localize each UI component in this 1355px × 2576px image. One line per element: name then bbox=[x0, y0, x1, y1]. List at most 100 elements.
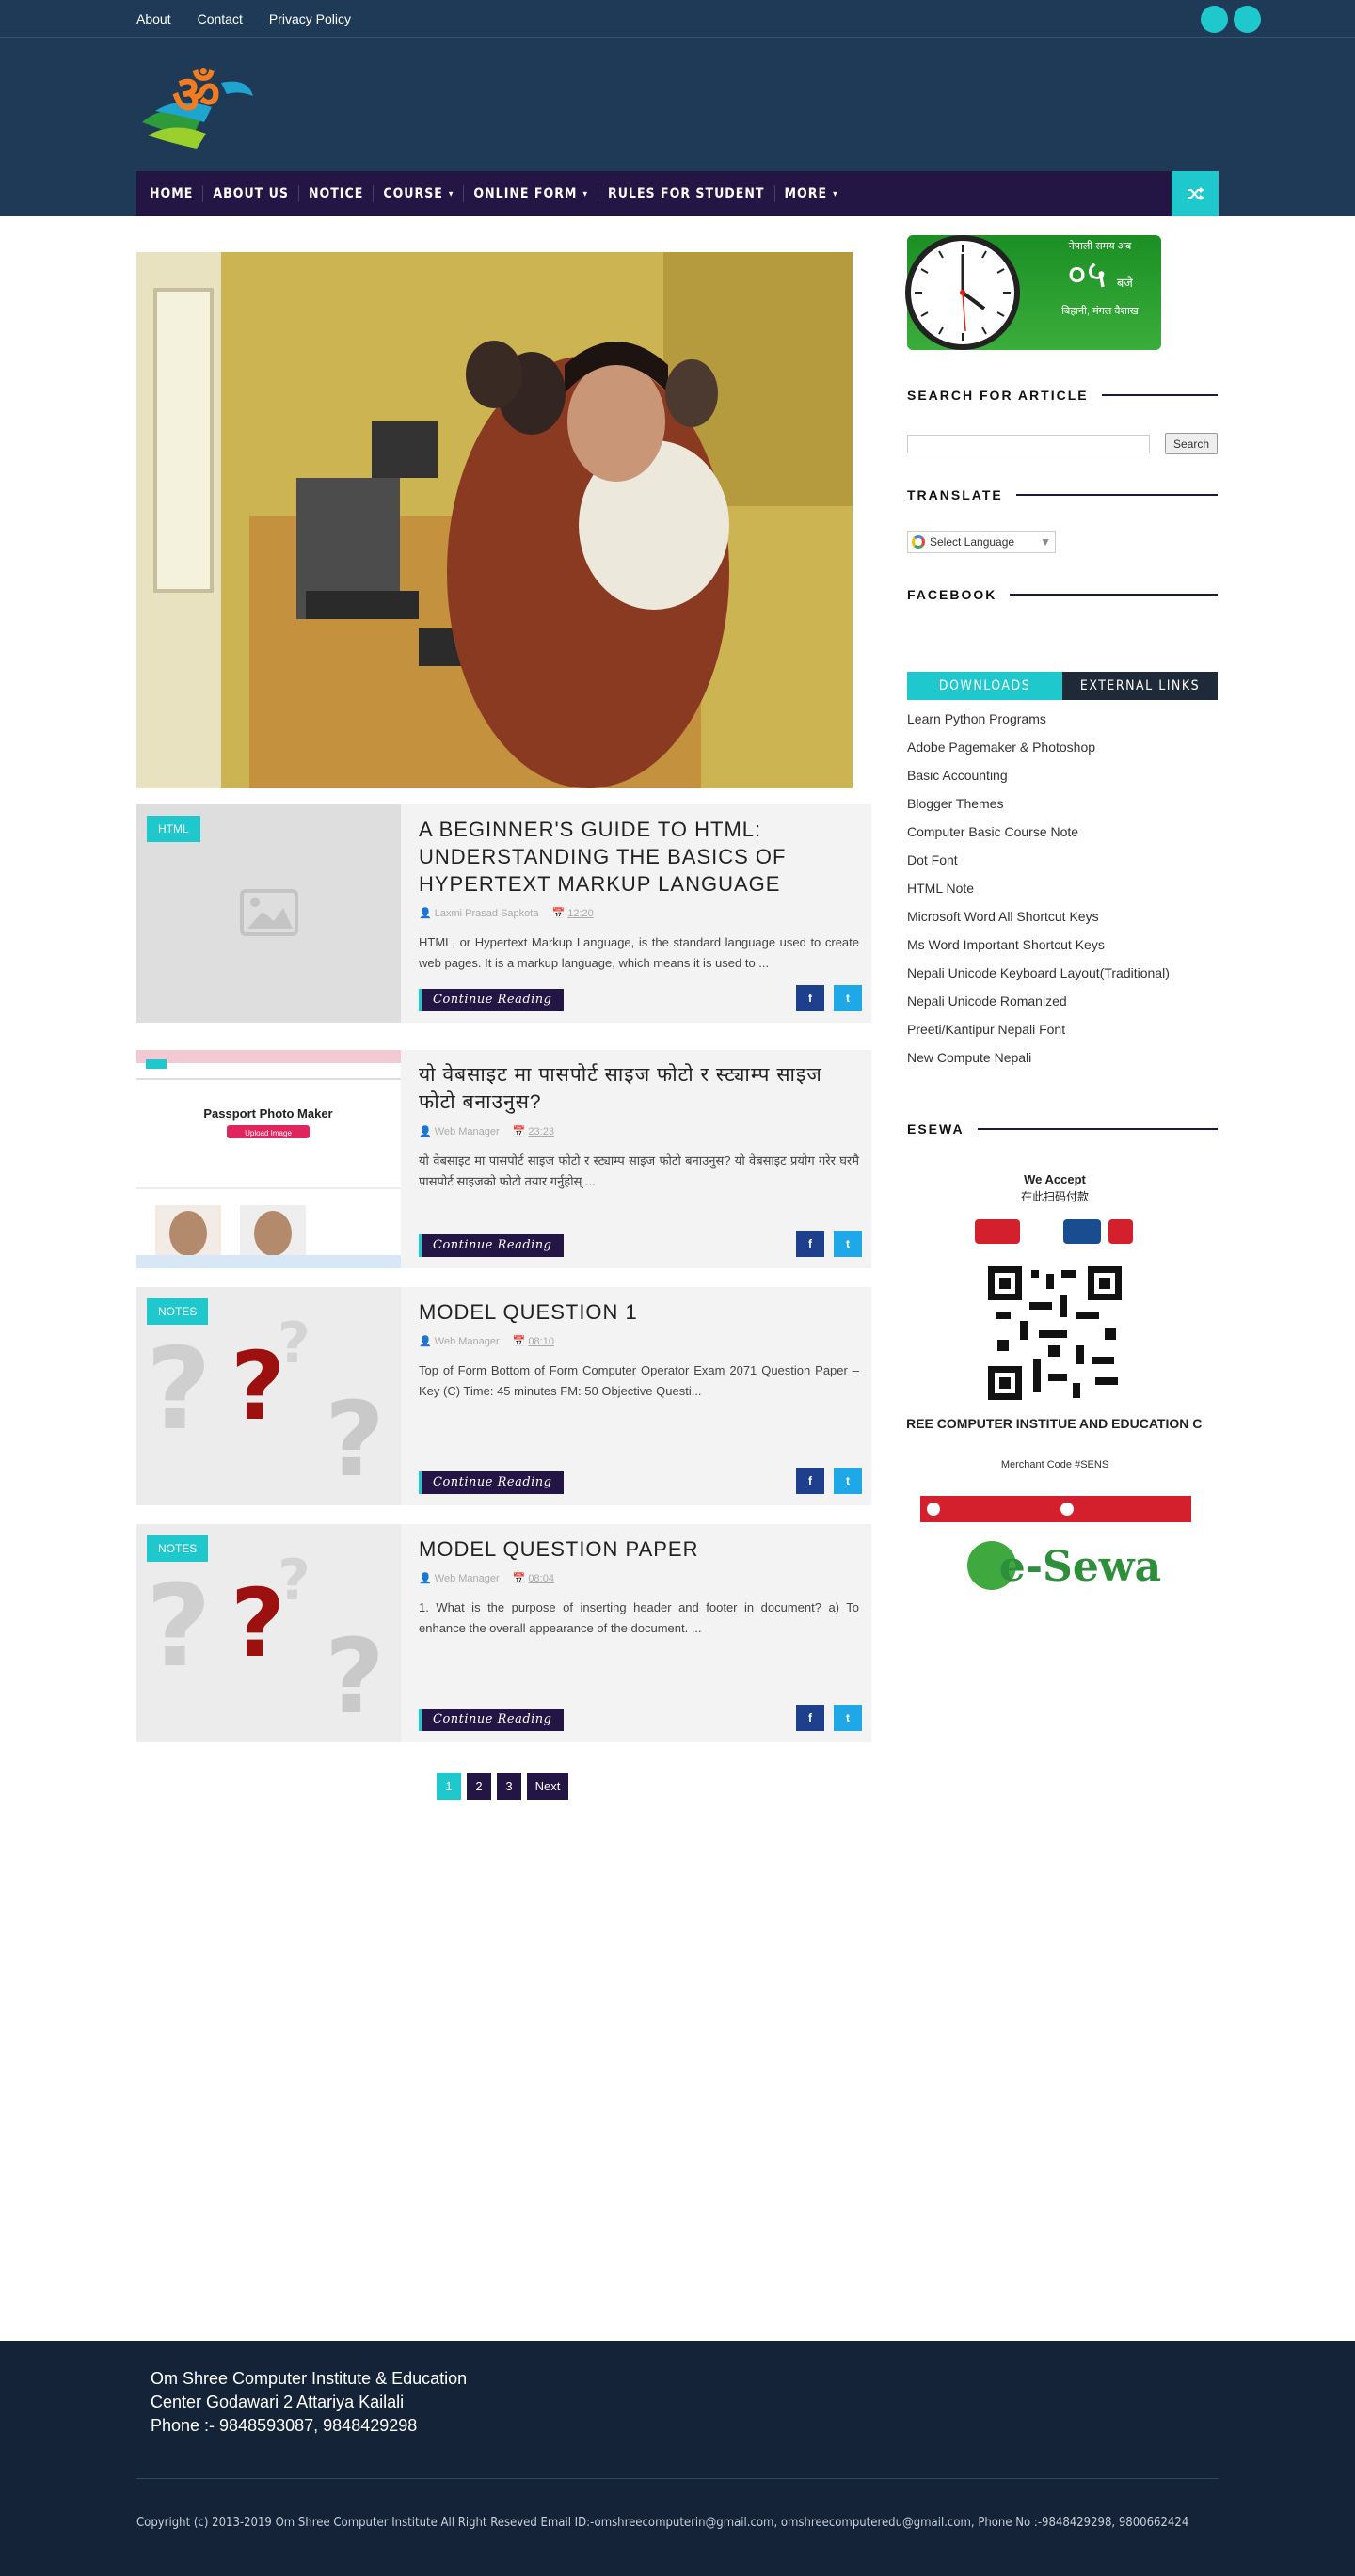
svg-text:?: ? bbox=[231, 1331, 285, 1441]
nav-home[interactable]: HOME bbox=[148, 185, 204, 202]
post-title[interactable]: A BEGINNER'S GUIDE TO HTML: UNDERSTANDIN… bbox=[419, 816, 859, 898]
download-link[interactable]: Dot Font bbox=[907, 851, 1218, 879]
language-select[interactable]: Select Language ▼ bbox=[907, 531, 1056, 553]
facebook-share-icon[interactable]: f bbox=[796, 1705, 824, 1731]
download-link[interactable]: Basic Accounting bbox=[907, 766, 1218, 794]
top-link-contact[interactable]: Contact bbox=[198, 11, 243, 26]
continue-reading-button[interactable]: Continue Reading bbox=[419, 989, 564, 1011]
twitter-share-icon[interactable]: t bbox=[834, 1705, 862, 1731]
esewa-accept-cn-text: 在此扫码付款 bbox=[1021, 1190, 1089, 1203]
post-author-name: Laxmi Prasad Sapkota bbox=[434, 908, 539, 919]
download-link[interactable]: Preeti/Kantipur Nepali Font bbox=[907, 1020, 1218, 1048]
page-1-button[interactable]: 1 bbox=[437, 1773, 461, 1800]
download-link[interactable]: Adobe Pagemaker & Photoshop bbox=[907, 738, 1218, 766]
facebook-share-icon[interactable]: f bbox=[796, 1468, 824, 1494]
post-time[interactable]: 12:20 bbox=[567, 908, 594, 919]
nav-notice[interactable]: NOTICE bbox=[299, 185, 375, 202]
nav-about[interactable]: ABOUT US bbox=[203, 185, 299, 202]
post-author: 👤 Web Manager bbox=[419, 1126, 500, 1137]
page-3-button[interactable]: 3 bbox=[497, 1773, 521, 1800]
download-link[interactable]: Learn Python Programs bbox=[907, 709, 1218, 738]
random-post-button[interactable] bbox=[1172, 171, 1219, 216]
chevron-down-icon: ▾ bbox=[448, 188, 454, 199]
featured-image[interactable] bbox=[136, 252, 853, 788]
post-thumbnail[interactable]: Passport Photo Maker Upload Image bbox=[136, 1050, 401, 1268]
continue-reading-button[interactable]: Continue Reading bbox=[419, 1234, 564, 1257]
post-label[interactable]: NOTES bbox=[147, 1298, 209, 1325]
download-link[interactable]: Nepali Unicode Romanized bbox=[907, 992, 1218, 1020]
download-link[interactable]: HTML Note bbox=[907, 879, 1218, 907]
post-title[interactable]: MODEL QUESTION PAPER bbox=[419, 1535, 859, 1563]
social-icon-1[interactable] bbox=[1201, 6, 1228, 33]
nav-rules-label: RULES FOR STUDENT bbox=[608, 186, 765, 201]
continue-reading-button[interactable]: Continue Reading bbox=[419, 1709, 564, 1731]
next-page-button[interactable]: Next bbox=[527, 1773, 568, 1800]
post-snippet: यो वेबसाइट मा पासपोर्ट साइज फोटो र स्ट्य… bbox=[419, 1153, 859, 1188]
facebook-share-icon[interactable]: f bbox=[796, 1231, 824, 1257]
esewa-accept-text: We Accept bbox=[1024, 1172, 1086, 1186]
tab-external-links[interactable]: EXTERNAL LINKS bbox=[1062, 672, 1218, 700]
nav-home-label: HOME bbox=[150, 186, 194, 201]
post-time[interactable]: 08:10 bbox=[528, 1336, 554, 1347]
page-2-button[interactable]: 2 bbox=[467, 1773, 491, 1800]
download-link[interactable]: Computer Basic Course Note bbox=[907, 822, 1218, 851]
svg-text:OM SHREE COMPUTER INSTITUE AND: OM SHREE COMPUTER INSTITUE AND EDUCATION… bbox=[907, 1416, 1203, 1431]
footer-line-3: Phone :- 9848593087, 9848429298 bbox=[151, 2416, 418, 2435]
search-input[interactable] bbox=[907, 435, 1150, 453]
post-author: 👤 Web Manager bbox=[419, 1336, 500, 1347]
esewa-business-name: OM SHREE COMPUTER INSTITUE AND EDUCATION… bbox=[907, 1416, 1203, 1431]
twitter-share-icon[interactable]: t bbox=[834, 1231, 862, 1257]
nav-course[interactable]: COURSE ▾ bbox=[374, 185, 465, 202]
top-links: About Contact Privacy Policy bbox=[136, 0, 351, 38]
link-tabs: DOWNLOADS EXTERNAL LINKS bbox=[907, 672, 1218, 700]
nepali-clock-widget: नेपाली समय अब ०५ बजे बिहानी, मंगल वैशाख bbox=[905, 235, 1161, 350]
facebook-share-icon[interactable]: f bbox=[796, 985, 824, 1011]
nav-more-label: MORE bbox=[784, 186, 828, 201]
clock-subtext: बिहानी, मंगल वैशाख bbox=[1061, 306, 1139, 317]
post-author-name: Web Manager bbox=[434, 1573, 500, 1584]
facebook-widget-title-text: FACEBOOK bbox=[907, 587, 997, 602]
post-time[interactable]: 23:23 bbox=[528, 1126, 554, 1137]
download-link[interactable]: Ms Word Important Shortcut Keys bbox=[907, 935, 1218, 963]
post-date: 📅 08:10 bbox=[512, 1336, 554, 1347]
nav-about-label: ABOUT US bbox=[213, 186, 289, 201]
post-snippet: 1. What is the purpose of inserting head… bbox=[419, 1600, 859, 1635]
top-link-privacy[interactable]: Privacy Policy bbox=[269, 11, 351, 26]
social-icon-2[interactable] bbox=[1234, 6, 1261, 33]
download-link[interactable]: Nepali Unicode Keyboard Layout(Tradition… bbox=[907, 963, 1218, 992]
svg-text:?: ? bbox=[325, 1616, 385, 1737]
twitter-share-icon[interactable]: t bbox=[834, 1468, 862, 1494]
post-date: 📅 08:04 bbox=[512, 1573, 554, 1584]
search-button[interactable]: Search bbox=[1165, 433, 1218, 454]
svg-text:?: ? bbox=[146, 1325, 212, 1455]
post-label[interactable]: NOTES bbox=[147, 1535, 209, 1562]
post-title[interactable]: यो वेबसाइट मा पासपोर्ट साइज फोटो र स्ट्य… bbox=[419, 1061, 859, 1116]
social-icons bbox=[1201, 6, 1261, 33]
nav-online-form-label: ONLINE FORM bbox=[473, 186, 578, 201]
post-card: ? ? ? ? NOTES f t MODEL QUESTION 1 👤 Web… bbox=[136, 1287, 871, 1505]
nav-online-form[interactable]: ONLINE FORM ▾ bbox=[464, 185, 598, 202]
esewa-qr-image[interactable]: We Accept 在此扫码付款 OM SHREE COMPUTER INSTI… bbox=[907, 1161, 1203, 1613]
download-link[interactable]: New Compute Nepali bbox=[907, 1048, 1218, 1076]
post-title[interactable]: MODEL QUESTION 1 bbox=[419, 1298, 859, 1326]
twitter-share-icon[interactable]: t bbox=[834, 985, 862, 1011]
footer-line-2: Center Godawari 2 Attariya Kailali bbox=[151, 2393, 405, 2411]
chevron-down-icon: ▾ bbox=[582, 188, 588, 199]
pagination: 1 2 3 Next bbox=[437, 1773, 568, 1800]
nav-rules[interactable]: RULES FOR STUDENT bbox=[598, 185, 775, 202]
clock-icon bbox=[905, 235, 1020, 350]
nav-more[interactable]: MORE ▾ bbox=[775, 185, 848, 202]
continue-reading-button[interactable]: Continue Reading bbox=[419, 1471, 564, 1494]
post-label[interactable]: HTML bbox=[147, 816, 200, 842]
post-time[interactable]: 08:04 bbox=[528, 1573, 554, 1584]
shuffle-icon bbox=[1188, 187, 1204, 200]
tab-downloads[interactable]: DOWNLOADS bbox=[907, 672, 1062, 700]
download-link[interactable]: Blogger Themes bbox=[907, 794, 1218, 822]
top-link-about[interactable]: About bbox=[136, 11, 171, 26]
nav-course-label: COURSE bbox=[383, 186, 443, 201]
clock-unit: बजे bbox=[1116, 276, 1133, 290]
site-logo[interactable]: ॐ bbox=[136, 55, 259, 154]
google-icon bbox=[912, 535, 925, 549]
footer-copyright: Copyright (c) 2013-2019 Om Shree Compute… bbox=[136, 2516, 1189, 2530]
download-link[interactable]: Microsoft Word All Shortcut Keys bbox=[907, 907, 1218, 935]
